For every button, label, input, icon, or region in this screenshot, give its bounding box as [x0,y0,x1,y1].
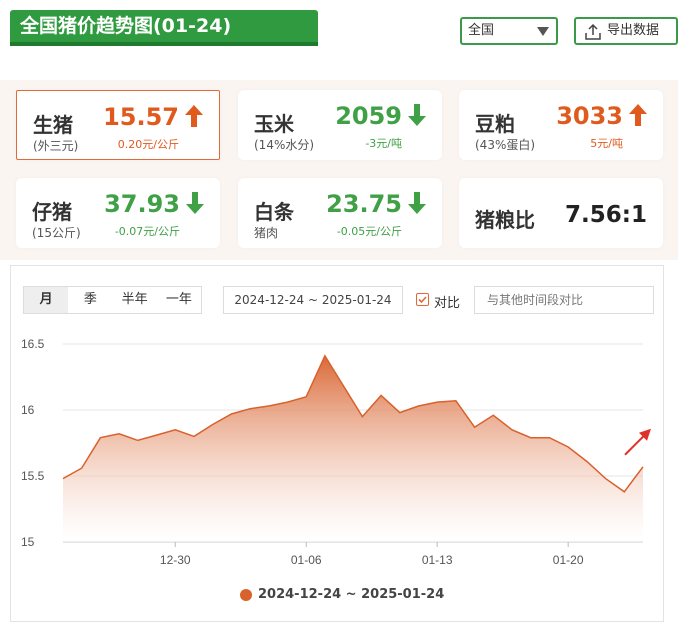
region-select[interactable]: 全国 [460,17,558,45]
x-tick-label: 01-20 [553,553,584,567]
card-corn[interactable]: 玉米 (14%水分) 2059 -3元/吨 [238,90,442,160]
card-soymeal[interactable]: 豆粕 (43%蛋白) 3033 5元/吨 [459,90,663,160]
legend-marker [240,589,252,601]
page-title: 全国猪价趋势图(01-24) [20,15,232,37]
card-price: 37.93 [104,190,180,218]
card-price: 23.75 [326,190,402,218]
x-tick-label: 12-30 [160,553,191,567]
card-change: 0.20元/公斤 [118,136,179,152]
card-change-text: -0.07元/公斤 [114,225,180,238]
card-change-text: 5元/吨 [590,137,623,150]
compare-period-input[interactable]: 与其他时间段对比 [474,286,654,314]
export-data-label: 导出数据 [607,23,660,38]
card-sub: (14%水分) [254,138,315,152]
legend-label: 2024-12-24 ~ 2025-01-24 [258,587,445,602]
card-ratio-value: 7.56:1 [565,202,647,228]
card-change-text: -0.05元/公斤 [336,225,402,238]
card-name: 豆粕 [475,112,515,136]
card-name: 仔猪 [32,200,72,224]
x-tick-label: 01-13 [422,553,453,567]
card-name: 玉米 [254,112,294,136]
card-name: 猪粮比 [475,208,535,232]
title-bar: 全国猪价趋势图(01-24) [10,10,318,46]
price-trend-chart: 15 15.5 16 16.5 12-30 01-06 01-13 01-20 [21,337,651,567]
y-tick-label: 15.5 [21,469,45,483]
check-icon [418,296,427,304]
card-live-hog[interactable]: 生猪 (外三元) 15.57 0.20元/公斤 [16,90,220,160]
card-price: 15.57 [103,103,179,131]
compare-checkbox[interactable] [416,293,429,306]
card-sub: (外三元) [33,139,79,153]
compare-label: 对比 [434,296,461,311]
chevron-down-icon [537,27,549,36]
card-hog-grain-ratio[interactable]: 猪粮比 7.56:1 [459,178,663,248]
card-change: 5元/吨 [590,135,623,151]
y-tick-label: 16.5 [21,337,45,351]
card-change-text: -3元/吨 [365,137,402,150]
period-tabs: 月 季 半年 一年 [23,286,202,314]
tab-year[interactable]: 一年 [157,287,201,313]
card-sub: 猪肉 [254,226,279,240]
arrow-down-icon [186,192,204,214]
y-tick-label: 15 [21,535,35,549]
tab-quarter[interactable]: 季 [68,287,112,313]
chart-panel: 月 季 半年 一年 2024-12-24 ~ 2025-01-24 对比 与其他… [10,265,664,622]
upload-icon [585,23,601,40]
date-range-picker[interactable]: 2024-12-24 ~ 2025-01-24 [223,286,403,314]
arrow-up-icon [185,105,203,127]
region-select-value: 全国 [468,23,495,38]
arrow-down-icon [408,104,426,126]
card-change: -0.05元/公斤 [337,223,402,239]
arrow-up-icon [629,104,647,126]
card-change-text: 0.20元/公斤 [117,138,179,151]
card-name: 白条 [254,200,294,224]
card-change: -0.07元/公斤 [115,223,180,239]
card-sub: (43%蛋白) [475,138,536,152]
card-piglet[interactable]: 仔猪 (15公斤) 37.93 -0.07元/公斤 [16,178,220,248]
card-price: 2059 [335,102,402,130]
card-price: 3033 [556,102,623,130]
card-sub: (15公斤) [32,226,81,240]
export-data-button[interactable]: 导出数据 [574,17,678,45]
x-tick-label: 01-06 [291,553,322,567]
series-area [63,355,643,542]
card-name: 生猪 [33,113,73,137]
y-tick-label: 16 [21,403,35,417]
tab-month[interactable]: 月 [24,287,69,313]
card-pork-carcass[interactable]: 白条 猪肉 23.75 -0.05元/公斤 [238,178,442,248]
tab-half-year[interactable]: 半年 [113,287,157,313]
card-change: -3元/吨 [365,135,402,151]
arrow-down-icon [408,192,426,214]
